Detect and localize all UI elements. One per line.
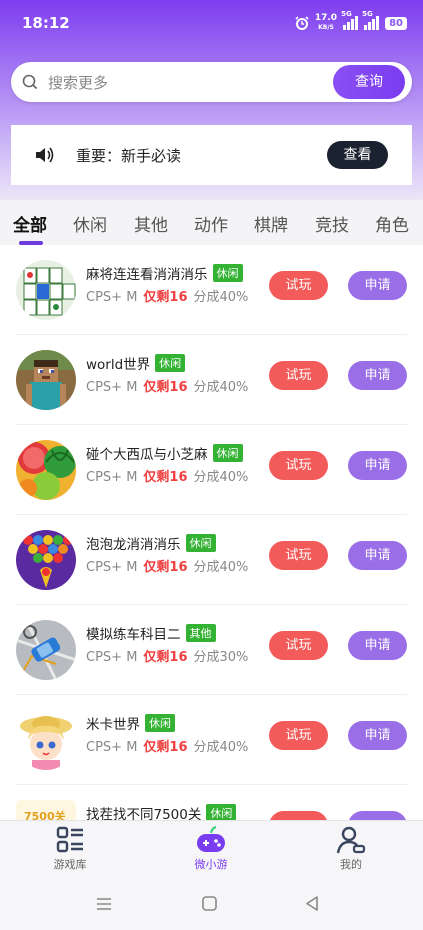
try-button[interactable] bbox=[269, 811, 328, 820]
game-meta: CPS+ M 仅剩16 分成40% bbox=[86, 470, 249, 485]
notice-text: 重要：新手必读 bbox=[76, 147, 182, 165]
alarm-icon bbox=[295, 16, 309, 30]
category-badge: 休闲 bbox=[185, 534, 216, 552]
category-badge: 其他 bbox=[185, 624, 216, 642]
game-row[interactable]: 麻将连连看消消消乐 休闲 CPS+ M 仅剩16 分成40% 试玩 申请 bbox=[0, 245, 423, 335]
nav-mine[interactable]: 我的 bbox=[311, 825, 391, 872]
nav-mini-games[interactable]: 微小游 bbox=[171, 825, 251, 872]
game-thumbnail bbox=[16, 350, 76, 410]
apply-button[interactable]: 申请 bbox=[348, 721, 407, 750]
game-title: 麻将连连看消消消乐 休闲 bbox=[86, 263, 243, 283]
tab-competitive[interactable]: 竞技 bbox=[315, 211, 349, 236]
status-time: 18:12 bbox=[22, 14, 70, 32]
game-meta: CPS+ M 仅剩16 分成40% bbox=[86, 740, 249, 755]
nav-label: 游戏库 bbox=[53, 858, 87, 871]
menu-icon[interactable] bbox=[96, 897, 112, 911]
game-thumbnail bbox=[16, 530, 76, 590]
apply-button[interactable]: 申请 bbox=[348, 271, 407, 300]
apply-button[interactable]: 申请 bbox=[348, 631, 407, 660]
nav-game-library[interactable]: 游戏库 bbox=[30, 825, 110, 872]
game-row[interactable]: 泡泡龙消消消乐 休闲 CPS+ M 仅剩16 分成40% 试玩 申请 bbox=[0, 515, 423, 605]
game-thumbnail bbox=[16, 260, 76, 320]
game-thumbnail bbox=[16, 440, 76, 500]
category-badge: 休闲 bbox=[212, 444, 243, 462]
back-icon[interactable] bbox=[305, 896, 319, 911]
category-badge: 休闲 bbox=[212, 264, 243, 282]
game-title: 泡泡龙消消消乐 休闲 bbox=[86, 533, 216, 553]
game-row[interactable]: 碰个大西瓜与小芝麻 休闲 CPS+ M 仅剩16 分成40% 试玩 申请 bbox=[0, 425, 423, 515]
apply-button[interactable]: 申请 bbox=[348, 361, 407, 390]
notice-bar: 重要：新手必读 查看 bbox=[11, 125, 412, 185]
tab-action[interactable]: 动作 bbox=[194, 211, 228, 236]
category-tabs: 全部 休闲 其他 动作 棋牌 竞技 角色 bbox=[0, 205, 423, 245]
game-row[interactable]: 7500关 找茬找不同7500关 休闲 bbox=[0, 785, 423, 820]
game-title: world世界 休闲 bbox=[86, 353, 186, 373]
tab-all[interactable]: 全部 bbox=[13, 211, 47, 236]
search-bar[interactable]: 搜索更多 查询 bbox=[11, 62, 412, 102]
apply-button[interactable]: 申请 bbox=[348, 451, 407, 480]
search-button[interactable]: 查询 bbox=[333, 65, 405, 99]
game-thumbnail bbox=[16, 620, 76, 680]
system-nav-bar bbox=[0, 878, 423, 930]
game-meta: CPS+ M 仅剩16 分成30% bbox=[86, 650, 249, 665]
battery-icon: 80 bbox=[385, 16, 407, 30]
home-icon[interactable] bbox=[202, 896, 217, 911]
game-list: 麻将连连看消消消乐 休闲 CPS+ M 仅剩16 分成40% 试玩 申请 world世… bbox=[0, 245, 423, 820]
net-speed: 17.0 KB/S bbox=[314, 13, 338, 32]
gamepad-icon bbox=[197, 825, 225, 852]
tab-casual[interactable]: 休闲 bbox=[73, 211, 107, 236]
game-title: 找茬找不同7500关 休闲 bbox=[86, 803, 237, 820]
try-button[interactable]: 试玩 bbox=[269, 451, 328, 480]
try-button[interactable]: 试玩 bbox=[269, 541, 328, 570]
game-row[interactable]: world世界 休闲 CPS+ M 仅剩16 分成40% 试玩 申请 bbox=[0, 335, 423, 425]
signal-icon-1: 5G bbox=[341, 10, 359, 30]
game-title: 米卡世界 休闲 bbox=[86, 713, 175, 733]
apply-button[interactable]: 申请 bbox=[348, 541, 407, 570]
category-badge: 休闲 bbox=[155, 354, 186, 372]
game-row[interactable]: 米卡世界 休闲 CPS+ M 仅剩16 分成40% 试玩 申请 bbox=[0, 695, 423, 785]
signal-icon-2: 5G bbox=[362, 10, 380, 30]
user-icon bbox=[336, 826, 366, 854]
game-title: 碰个大西瓜与小芝麻 休闲 bbox=[86, 443, 243, 463]
category-badge: 休闲 bbox=[206, 804, 237, 820]
list-icon bbox=[56, 826, 83, 853]
bottom-navigation: 游戏库 微小游 我的 bbox=[0, 820, 423, 878]
game-meta: CPS+ M 仅剩16 分成40% bbox=[86, 290, 249, 305]
nav-label: 微小游 bbox=[194, 858, 228, 871]
game-meta: CPS+ M 仅剩16 分成40% bbox=[86, 380, 249, 395]
search-input[interactable]: 搜索更多 bbox=[48, 72, 108, 93]
game-row[interactable]: 模拟练车科目二 其他 CPS+ M 仅剩16 分成30% 试玩 申请 bbox=[0, 605, 423, 695]
game-thumbnail bbox=[16, 710, 76, 770]
category-badge: 休闲 bbox=[145, 714, 175, 732]
search-icon bbox=[22, 74, 38, 90]
try-button[interactable]: 试玩 bbox=[269, 361, 328, 390]
game-meta: CPS+ M 仅剩16 分成40% bbox=[86, 560, 249, 575]
game-thumbnail: 7500关 bbox=[16, 800, 76, 820]
nav-label: 我的 bbox=[340, 858, 362, 871]
game-title: 模拟练车科目二 其他 bbox=[86, 623, 216, 643]
try-button[interactable]: 试玩 bbox=[269, 721, 328, 750]
apply-button[interactable] bbox=[348, 811, 407, 820]
tab-board[interactable]: 棋牌 bbox=[254, 211, 288, 236]
try-button[interactable]: 试玩 bbox=[269, 631, 328, 660]
try-button[interactable]: 试玩 bbox=[269, 271, 328, 300]
view-notice-button[interactable]: 查看 bbox=[327, 141, 388, 169]
status-bar: 18:12 17.0 KB/S 5G 5G 80 bbox=[0, 0, 423, 48]
speaker-icon bbox=[36, 147, 54, 163]
status-icons: 17.0 KB/S 5G 5G 80 bbox=[295, 10, 407, 32]
tab-other[interactable]: 其他 bbox=[134, 211, 168, 236]
tab-roleplay[interactable]: 角色 bbox=[375, 211, 409, 236]
